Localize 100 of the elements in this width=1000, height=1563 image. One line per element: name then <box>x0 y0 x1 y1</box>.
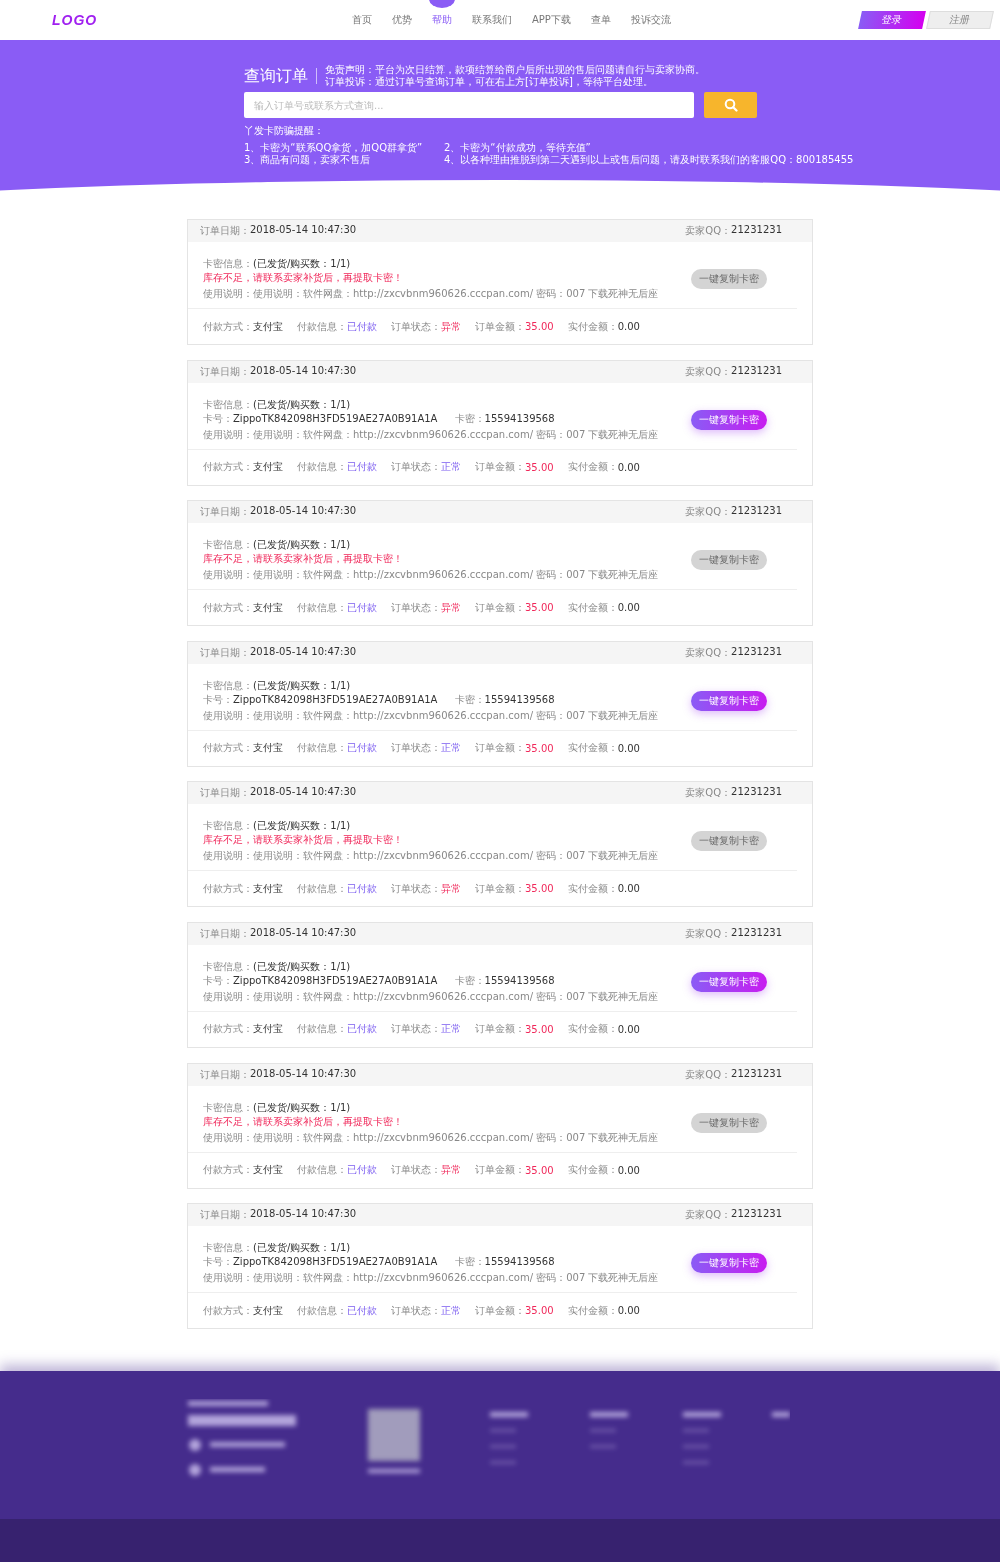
field-label: 卡密： <box>454 974 485 986</box>
payment-status: 已付款 <box>347 319 377 334</box>
warning-tip: 3、商品有问题，卖家不售后 <box>244 154 372 166</box>
order-status: 异常 <box>441 319 461 334</box>
order-status: 正常 <box>441 460 461 475</box>
field-label: 付款信息： <box>297 1022 347 1037</box>
nav-link[interactable]: 查单 <box>580 0 621 40</box>
payment-status: 已付款 <box>347 600 377 615</box>
field-label: 使用说明： <box>203 1272 253 1284</box>
field-label: 卡号： <box>203 693 233 705</box>
payment-method: 支付宝 <box>253 741 283 756</box>
field-label: 使用说明： <box>203 288 253 299</box>
field-label: 付款信息： <box>297 600 347 615</box>
card-info: (已发货/购买数：1/1) <box>253 820 351 832</box>
copy-button[interactable]: 一键复制卡密 <box>691 1253 767 1274</box>
order-status: 正常 <box>441 741 461 756</box>
field-label: 卡密信息： <box>203 1101 253 1113</box>
nav-link[interactable]: 优势 <box>382 0 422 40</box>
field-label: 卖家QQ： <box>685 926 732 941</box>
field-label: 订单日期： <box>200 505 250 520</box>
seller-qq: 21231231 <box>731 364 782 378</box>
card-number: ZippoTK842098H3FD519AE27A0B91A1A <box>233 974 438 986</box>
field-label: 使用说明： <box>203 1131 253 1143</box>
field-label: 付款信息： <box>297 1303 347 1318</box>
payment-status: 已付款 <box>347 1022 377 1037</box>
field-label: 实付金额： <box>567 1163 618 1178</box>
card-number: ZippoTK842098H3FD519AE27A0B91A1A <box>233 693 438 705</box>
usage-text: 使用说明：软件网盘：http://zxcvbnm960626.cccpan.com/ 密码：007 下载死神无后座 <box>253 428 659 440</box>
payment-status: 已付款 <box>347 881 377 896</box>
payment-method: 支付宝 <box>253 600 283 615</box>
field-label: 实付金额： <box>567 1303 618 1318</box>
card-info: (已发货/购买数：1/1) <box>253 398 351 410</box>
order-status: 异常 <box>441 881 461 896</box>
field-label: 订单状态： <box>391 600 441 615</box>
field-label: 订单状态： <box>391 741 441 756</box>
field-label: 实付金额： <box>567 1022 618 1037</box>
field-label: 订单状态： <box>391 881 441 896</box>
usage-text: 使用说明：软件网盘：http://zxcvbnm960626.cccpan.com/ 密码：007 下载死神无后座 <box>253 709 659 721</box>
usage-text: 使用说明：软件网盘：http://zxcvbnm960626.cccpan.com/ 密码：007 下载死神无后座 <box>253 990 659 1002</box>
nav-link[interactable]: 首页 <box>342 0 382 40</box>
paid-amount: 0.00 <box>617 742 640 754</box>
nav-link[interactable]: APP下载 <box>522 0 581 40</box>
field-label: 订单日期： <box>200 786 250 801</box>
paid-amount: 0.00 <box>617 1164 640 1176</box>
field-label: 付款信息： <box>297 1163 347 1178</box>
field-label: 付款信息： <box>297 881 347 896</box>
field-label: 订单金额： <box>475 1022 525 1037</box>
field-label: 订单金额： <box>475 600 525 615</box>
field-label: 付款信息： <box>297 460 347 475</box>
register-button[interactable]: 注册 <box>926 11 994 29</box>
copy-button[interactable]: 一键复制卡密 <box>691 971 767 992</box>
copy-button[interactable]: 一键复制卡密 <box>691 690 767 711</box>
card-number: ZippoTK842098H3FD519AE27A0B91A1A <box>233 1256 438 1268</box>
stock-warning: 库存不足，请联系卖家补货后，再提取卡密！ <box>203 553 403 565</box>
payment-status: 已付款 <box>347 460 377 475</box>
order-amount: 35.00 <box>525 1164 554 1176</box>
field-label: 订单状态： <box>391 460 441 475</box>
card-password: 15594139568 <box>484 412 555 424</box>
field-label: 卡密： <box>454 412 485 424</box>
field-label: 卖家QQ： <box>685 1067 732 1082</box>
notice-text: 订单投诉：通过订单号查询订单，可在右上方[订单投诉]，等待平台处理。 <box>325 76 654 88</box>
card-number: ZippoTK842098H3FD519AE27A0B91A1A <box>233 412 438 424</box>
card-info: (已发货/购买数：1/1) <box>253 1101 351 1113</box>
stock-warning: 库存不足，请联系卖家补货后，再提取卡密！ <box>203 1115 403 1127</box>
login-button[interactable]: 登录 <box>858 11 926 29</box>
field-label: 卡号： <box>203 1256 233 1268</box>
field-label: 订单状态： <box>391 1303 441 1318</box>
field-label: 使用说明： <box>203 850 253 862</box>
card-password: 15594139568 <box>484 693 555 705</box>
field-label: 付款方式： <box>203 1022 253 1037</box>
field-label: 付款方式： <box>203 881 253 896</box>
seller-qq: 21231231 <box>731 926 782 940</box>
field-label: 卡号： <box>203 974 233 986</box>
field-label: 卡密信息： <box>203 539 253 551</box>
field-label: 卡密信息： <box>203 960 253 972</box>
order-date: 2018-05-14 10:47:30 <box>250 926 357 940</box>
warning-tip: 2、卡密为“付款成功，等待充值” <box>444 142 592 154</box>
usage-text: 使用说明：软件网盘：http://zxcvbnm960626.cccpan.com/ 密码：007 下载死神无后座 <box>253 1272 659 1284</box>
order-date: 2018-05-14 10:47:30 <box>250 645 357 659</box>
copy-button[interactable]: 一键复制卡密 <box>691 409 767 430</box>
field-label: 卖家QQ： <box>685 364 732 379</box>
paid-amount: 0.00 <box>617 461 640 473</box>
field-label: 订单日期： <box>200 645 250 660</box>
field-label: 订单金额： <box>475 1163 525 1178</box>
seller-qq: 21231231 <box>731 786 782 800</box>
warning-tip: 4、以各种理由推脱到第二天遇到以上或售后问题，请及时联系我们的客服QQ：800185455 <box>444 154 854 166</box>
logo[interactable]: LOGO <box>52 12 292 28</box>
order-date: 2018-05-14 10:47:30 <box>250 505 357 519</box>
search-button[interactable] <box>704 92 757 118</box>
order-date: 2018-05-14 10:47:30 <box>250 1067 357 1081</box>
seller-qq: 21231231 <box>731 645 782 659</box>
field-label: 卖家QQ： <box>685 1208 732 1223</box>
nav-link[interactable]: 联系我们 <box>462 0 522 40</box>
field-label: 订单日期： <box>200 926 250 941</box>
paid-amount: 0.00 <box>617 1023 640 1035</box>
stock-warning: 库存不足，请联系卖家补货后，再提取卡密！ <box>203 834 403 846</box>
nav-link[interactable]: 投诉交流 <box>620 0 681 40</box>
field-label: 付款方式： <box>203 741 253 756</box>
card-info: (已发货/购买数：1/1) <box>253 258 351 269</box>
field-label: 卡密： <box>454 1256 485 1268</box>
